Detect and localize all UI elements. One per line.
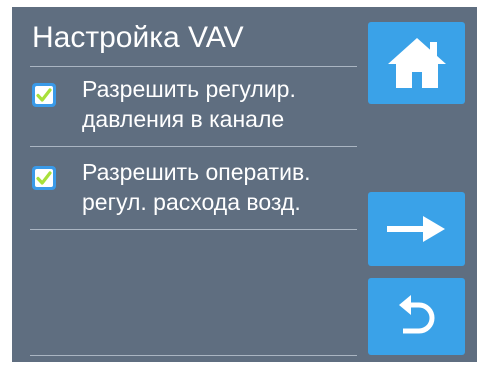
option-label: Разрешить оператив. регул. расхода возд.: [82, 157, 311, 217]
option-label-line1: Разрешить оператив.: [82, 159, 311, 185]
home-button[interactable]: [368, 22, 465, 104]
vav-settings-screen: Настройка VAV Разрешить регулир. давлени…: [12, 7, 477, 362]
back-button[interactable]: [368, 278, 465, 355]
return-arrow-icon: [398, 294, 434, 333]
divider: [30, 146, 357, 147]
checkbox-operative-airflow-control[interactable]: [32, 166, 56, 190]
option-label-line2: регул. расхода возд.: [82, 189, 301, 215]
divider: [30, 66, 357, 67]
arrow-right-icon: [386, 216, 445, 242]
option-label-line1: Разрешить регулир.: [82, 76, 296, 102]
divider: [30, 229, 357, 230]
option-label: Разрешить регулир. давления в канале: [82, 74, 296, 134]
check-icon: [36, 171, 52, 185]
divider: [30, 355, 357, 356]
check-icon: [36, 88, 52, 102]
option-label-line2: давления в канале: [82, 106, 285, 132]
home-icon: [387, 38, 446, 88]
checkbox-duct-pressure-control[interactable]: [32, 83, 56, 107]
next-button[interactable]: [368, 192, 465, 266]
page-title: Настройка VAV: [32, 21, 244, 54]
